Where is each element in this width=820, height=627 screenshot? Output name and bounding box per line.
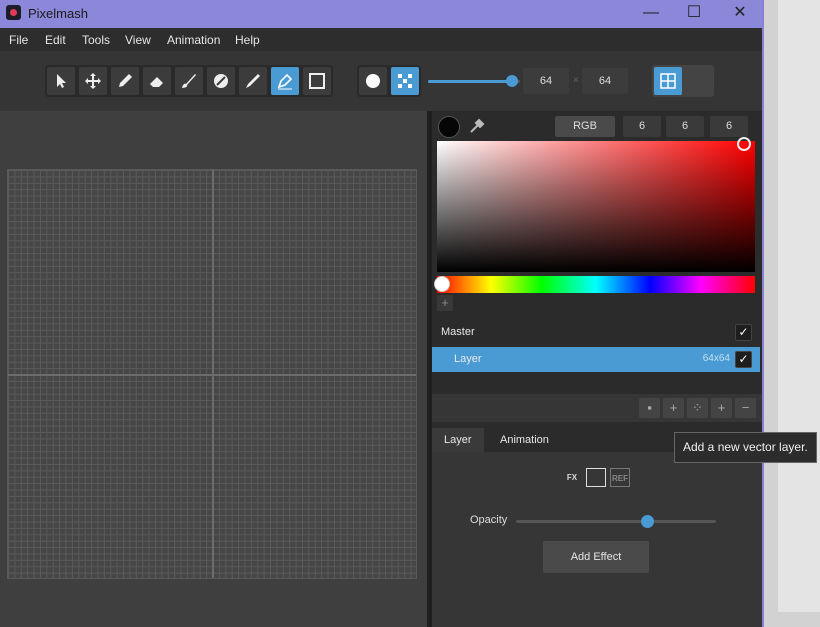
close-button[interactable]: ✕ xyxy=(717,0,763,28)
menu-help[interactable]: Help xyxy=(235,33,260,47)
app-window: Pixelmash — ☐ ✕ File Edit Tools View Ani… xyxy=(0,0,764,627)
eyedropper-icon[interactable] xyxy=(468,117,486,135)
add-swatch-button[interactable]: + xyxy=(437,295,453,311)
circle-brush-icon[interactable] xyxy=(359,67,387,95)
pencil-icon[interactable] xyxy=(111,67,139,95)
green-value-input[interactable]: 6 xyxy=(666,116,704,137)
window-title: Pixelmash xyxy=(28,6,88,21)
tab-layer[interactable]: Layer xyxy=(432,428,484,452)
menu-animation[interactable]: Animation xyxy=(167,33,220,47)
add-effect-button[interactable]: Add Effect xyxy=(543,541,649,573)
hue-slider-knob[interactable] xyxy=(434,276,450,292)
reference-icon[interactable]: REF xyxy=(610,468,630,487)
move-icon[interactable] xyxy=(79,67,107,95)
layers-list: Master ✓ Layer 64x64 ✓ xyxy=(432,316,762,391)
single-view-icon[interactable] xyxy=(684,67,712,95)
minus-icon[interactable]: − xyxy=(735,398,756,418)
saturation-value-knob[interactable] xyxy=(737,137,751,151)
menu-edit[interactable]: Edit xyxy=(45,33,66,47)
add-layer-icon[interactable]: + xyxy=(663,398,684,418)
canvas-center-line-vertical xyxy=(212,170,214,578)
rectangle-icon[interactable] xyxy=(303,67,331,95)
canvas-height-input[interactable]: 64 xyxy=(582,68,628,94)
layer-size: 64x64 xyxy=(702,353,730,364)
brush-icon[interactable] xyxy=(175,67,203,95)
add-vector-layer-icon[interactable]: ⁘ xyxy=(687,398,708,418)
dither-brush-icon[interactable] xyxy=(391,67,419,95)
layer-name: Layer xyxy=(454,353,482,365)
menu-file[interactable]: File xyxy=(9,33,28,47)
pixel-canvas[interactable] xyxy=(7,169,417,579)
side-panel: RGB 6 6 6 + Master ✓ Layer 64x64 ✓ ▪ + ⁘ xyxy=(432,111,762,627)
view-toggle-group xyxy=(652,65,714,97)
opacity-slider-knob[interactable] xyxy=(641,515,654,528)
toolbar: 64 × 64 xyxy=(0,51,762,111)
desktop-window-edge xyxy=(778,0,820,612)
grid-view-icon[interactable] xyxy=(654,67,682,95)
layer-row-master[interactable]: Master ✓ xyxy=(432,320,760,345)
tab-animation[interactable]: Animation xyxy=(488,428,561,452)
saturation-value-picker[interactable] xyxy=(437,137,755,272)
select-icon[interactable] xyxy=(47,67,75,95)
blue-value-input[interactable]: 6 xyxy=(710,116,748,137)
color-mode-button[interactable]: RGB xyxy=(555,116,615,137)
layer-properties: FX REF Opacity Add Effect xyxy=(432,452,762,627)
opacity-label: Opacity xyxy=(470,514,508,526)
minimize-button[interactable]: — xyxy=(628,0,674,28)
menu-view[interactable]: View xyxy=(125,33,151,47)
canvas-area[interactable] xyxy=(0,111,427,627)
layer-row-selected[interactable]: Layer 64x64 ✓ xyxy=(432,347,760,372)
layer-tools-bar: ▪ + ⁘ + − xyxy=(432,394,762,422)
fill-icon[interactable] xyxy=(207,67,235,95)
layer-name: Master xyxy=(441,326,475,338)
eraser-icon[interactable] xyxy=(143,67,171,95)
tool-group xyxy=(45,65,333,97)
hue-slider[interactable] xyxy=(434,276,755,293)
current-color-swatch[interactable] xyxy=(438,116,460,138)
title-bar[interactable]: Pixelmash — ☐ ✕ xyxy=(0,0,762,28)
brush-size-slider-knob[interactable] xyxy=(506,75,518,87)
paint-icon[interactable] xyxy=(239,67,267,95)
size-separator: × xyxy=(573,75,579,86)
canvas-width-input[interactable]: 64 xyxy=(523,68,569,94)
duplicate-icon[interactable]: ▪ xyxy=(639,398,660,418)
pen-icon[interactable] xyxy=(271,67,299,95)
mask-icon[interactable] xyxy=(586,468,606,487)
brush-size-slider-fill xyxy=(428,80,512,83)
brush-shape-group xyxy=(357,65,421,97)
menu-bar: File Edit Tools View Animation Help xyxy=(0,28,762,51)
brush-size-slider[interactable] xyxy=(428,75,520,87)
fx-icon[interactable]: FX xyxy=(562,468,582,487)
tooltip: Add a new vector layer. xyxy=(674,432,817,463)
desktop-background xyxy=(764,0,820,627)
layer-visibility-checkbox[interactable]: ✓ xyxy=(735,351,752,368)
opacity-slider[interactable] xyxy=(516,515,716,528)
red-value-input[interactable]: 6 xyxy=(623,116,661,137)
maximize-button[interactable]: ☐ xyxy=(671,0,717,28)
app-logo-icon xyxy=(6,5,21,20)
plus-icon[interactable]: + xyxy=(711,398,732,418)
menu-tools[interactable]: Tools xyxy=(82,33,110,47)
master-visibility-checkbox[interactable]: ✓ xyxy=(735,324,752,341)
